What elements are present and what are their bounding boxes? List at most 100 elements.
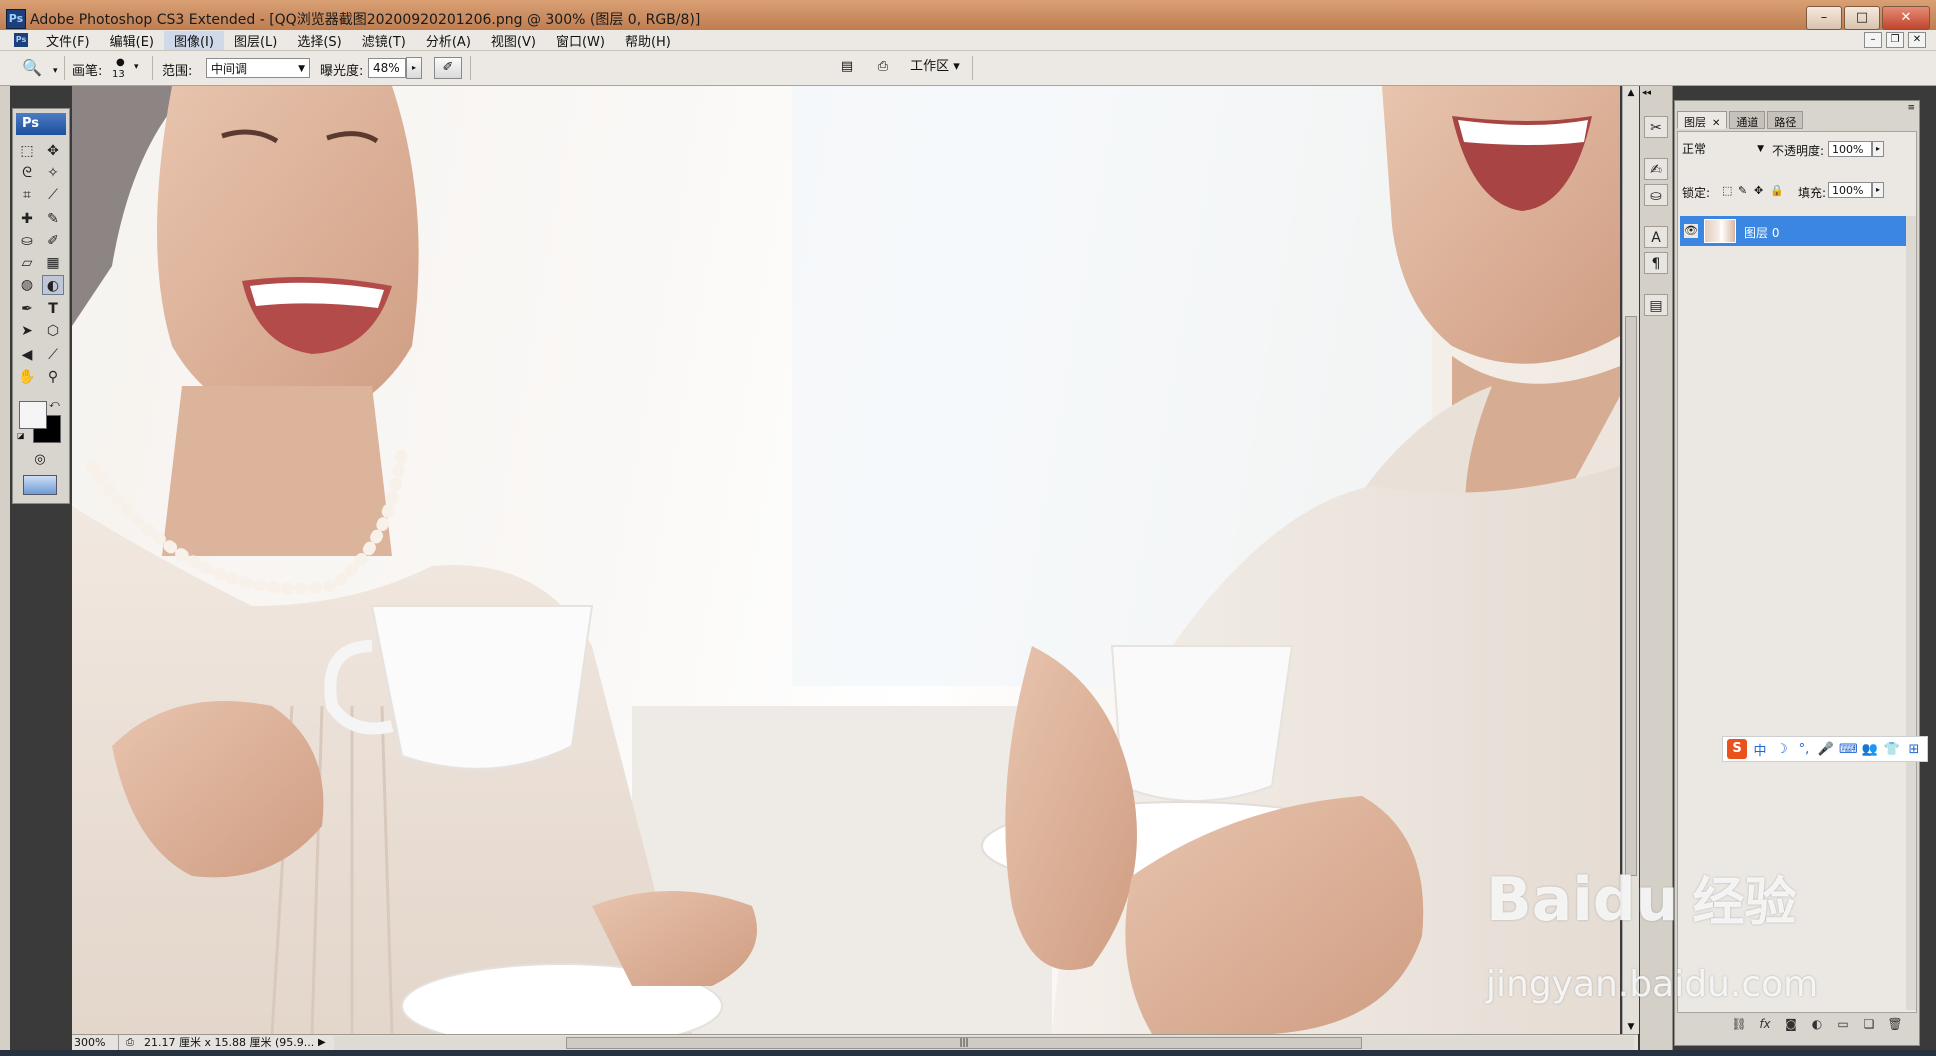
tab-paths[interactable]: 路径 <box>1767 111 1804 129</box>
lasso-tool-icon[interactable]: ᘓ <box>16 163 38 183</box>
move-tool-icon[interactable]: ✥ <box>42 141 64 161</box>
hand-tool-icon[interactable]: ✋ <box>16 367 38 387</box>
character-panel-icon[interactable]: A <box>1644 226 1668 248</box>
quick-mask-icon[interactable]: ◎ <box>27 451 53 469</box>
ime-microphone-icon[interactable]: 🎤 <box>1817 742 1835 757</box>
panel-menu-icon[interactable]: ≡ <box>1907 103 1915 113</box>
ime-skin-icon[interactable]: 👕 <box>1883 742 1901 757</box>
exposure-slider-button[interactable]: ▸ <box>406 57 422 79</box>
add-mask-icon[interactable]: ◙ <box>1783 1016 1799 1032</box>
doc-close-button[interactable]: ✕ <box>1908 32 1926 48</box>
magic-wand-tool-icon[interactable]: ✧ <box>42 163 64 183</box>
blur-tool-icon[interactable]: ◍ <box>16 275 38 295</box>
document-info-icon[interactable]: ⎙ <box>126 1037 138 1049</box>
collapse-arrow-icon[interactable]: ◂◂ <box>1642 88 1651 98</box>
fill-slider-button[interactable]: ▸ <box>1872 182 1884 198</box>
swap-colors-icon[interactable]: ⤺ <box>49 399 60 410</box>
healing-brush-tool-icon[interactable]: ✚ <box>16 209 38 229</box>
visibility-eye-icon[interactable]: 👁 <box>1684 224 1698 238</box>
doc-minimize-button[interactable]: – <box>1864 32 1882 48</box>
foreground-color-swatch[interactable] <box>19 401 47 429</box>
document-canvas[interactable] <box>72 86 1620 1034</box>
close-icon[interactable]: ✕ <box>1712 118 1720 129</box>
horizontal-scrollbar[interactable]: ||| <box>334 1036 1634 1050</box>
history-brush-tool-icon[interactable]: ✐ <box>42 231 64 251</box>
status-menu-arrow-icon[interactable]: ▶ <box>318 1035 326 1051</box>
ime-moon-icon[interactable]: ☽ <box>1773 742 1791 757</box>
bridge-button[interactable]: ⎙ <box>870 57 896 79</box>
menu-layer[interactable]: 图层(L) <box>224 31 287 50</box>
dodge-tool-icon[interactable]: ◐ <box>42 275 64 295</box>
navigator-panel-icon[interactable]: ✂ <box>1644 116 1668 138</box>
menu-help[interactable]: 帮助(H) <box>615 31 681 50</box>
crop-tool-icon[interactable]: ⌗ <box>16 185 38 205</box>
layers-scrollbar[interactable] <box>1906 216 1916 1010</box>
notes-tool-icon[interactable]: ◀ <box>16 345 38 365</box>
opacity-slider-button[interactable]: ▸ <box>1872 141 1884 157</box>
menu-window[interactable]: 窗口(W) <box>546 31 615 50</box>
ime-users-icon[interactable]: 👥 <box>1861 742 1879 757</box>
actions-panel-icon[interactable]: ⛀ <box>1644 184 1668 206</box>
brush-tool-icon[interactable]: ✎ <box>42 209 64 229</box>
layer-name[interactable]: 图层 0 <box>1744 224 1779 241</box>
lock-transparency-icon[interactable]: ⬚ <box>1722 184 1732 197</box>
layer-comps-panel-icon[interactable]: ▤ <box>1644 294 1668 316</box>
scroll-up-icon[interactable]: ▲ <box>1623 86 1639 100</box>
palette-well-button[interactable]: ▤ <box>836 57 858 79</box>
ime-punctuation-icon[interactable]: °, <box>1795 742 1813 757</box>
menu-file[interactable]: 文件(F) <box>36 31 100 50</box>
doc-restore-button[interactable]: ❐ <box>1886 32 1904 48</box>
eraser-tool-icon[interactable]: ▱ <box>16 253 38 273</box>
path-selection-tool-icon[interactable]: ➤ <box>16 321 38 341</box>
airbrush-button[interactable]: ✐ <box>434 57 462 79</box>
scroll-down-icon[interactable]: ▼ <box>1623 1020 1639 1034</box>
photoshop-logo[interactable]: Ps <box>16 113 66 135</box>
new-group-icon[interactable]: ▭ <box>1835 1016 1851 1032</box>
sogou-logo-icon[interactable]: S <box>1727 739 1747 759</box>
paragraph-panel-icon[interactable]: ¶ <box>1644 252 1668 274</box>
eyedropper-tool-icon[interactable]: ⟋ <box>42 345 64 365</box>
photoshop-app-icon[interactable]: Ps <box>6 9 26 29</box>
link-layers-icon[interactable]: ⛓ <box>1731 1016 1747 1032</box>
brush-picker[interactable]: ● 13 ▾ <box>108 57 144 80</box>
history-panel-icon[interactable]: ✍ <box>1644 158 1668 180</box>
menu-filter[interactable]: 滤镜(T) <box>352 31 416 50</box>
pen-tool-icon[interactable]: ✒ <box>16 299 38 319</box>
layer-row[interactable]: 👁 图层 0 <box>1680 216 1912 246</box>
blend-mode-select[interactable]: 正常 ▼ <box>1682 140 1768 158</box>
adjustment-layer-icon[interactable]: ◐ <box>1809 1016 1825 1032</box>
vertical-scroll-thumb[interactable] <box>1625 316 1637 876</box>
minimize-button[interactable]: – <box>1806 6 1842 30</box>
ime-chinese-toggle[interactable]: 中 <box>1751 740 1769 759</box>
slice-tool-icon[interactable]: ⟋ <box>42 185 64 205</box>
workspace-menu[interactable]: 工作区 ▾ <box>906 57 964 79</box>
menu-select[interactable]: 选择(S) <box>287 31 351 50</box>
exposure-input[interactable]: 48% <box>368 58 406 78</box>
type-tool-icon[interactable]: T <box>42 299 64 319</box>
clone-stamp-tool-icon[interactable]: ⛀ <box>16 231 38 251</box>
zoom-level-field[interactable]: 300% <box>74 1035 119 1051</box>
zoom-tool-icon[interactable]: ⚲ <box>42 367 64 387</box>
opacity-input[interactable]: 100% <box>1828 141 1872 157</box>
menu-edit[interactable]: 编辑(E) <box>100 31 164 50</box>
document-icon[interactable]: Ps <box>14 33 28 47</box>
layer-style-icon[interactable]: fx <box>1757 1016 1773 1032</box>
trash-icon[interactable]: 🗑 <box>1887 1016 1903 1032</box>
fill-input[interactable]: 100% <box>1828 182 1872 198</box>
gradient-tool-icon[interactable]: ▦ <box>42 253 64 273</box>
horizontal-scroll-thumb[interactable]: ||| <box>566 1037 1362 1049</box>
shape-tool-icon[interactable]: ⬡ <box>42 321 64 341</box>
maximize-button[interactable]: □ <box>1844 6 1880 30</box>
lock-position-icon[interactable]: ✥ <box>1754 184 1763 197</box>
lock-pixels-icon[interactable]: ✎ <box>1738 184 1747 197</box>
marquee-tool-icon[interactable]: ⬚ <box>16 141 38 161</box>
screen-mode-icon[interactable] <box>23 475 57 495</box>
lock-all-icon[interactable]: 🔒 <box>1770 184 1784 197</box>
ime-menu-icon[interactable]: ⊞ <box>1905 742 1923 757</box>
tab-channels[interactable]: 通道 <box>1729 111 1766 129</box>
default-colors-icon[interactable]: ◪ <box>17 431 25 440</box>
tool-preset-picker[interactable]: 🔍 ▾ <box>22 57 62 79</box>
range-select[interactable]: 中间调 ▼ <box>206 58 310 78</box>
menu-view[interactable]: 视图(V) <box>481 31 546 50</box>
close-button[interactable]: ✕ <box>1882 6 1930 30</box>
